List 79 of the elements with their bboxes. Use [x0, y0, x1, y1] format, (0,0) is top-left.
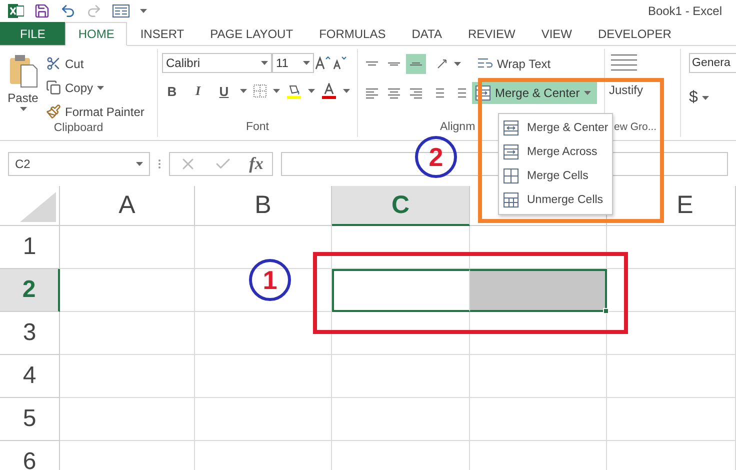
row-header[interactable]: 4 [0, 355, 60, 398]
caret-icon [454, 62, 461, 66]
cell[interactable] [332, 269, 470, 312]
column-header[interactable]: E [607, 186, 736, 226]
group-label: ew Gro... [614, 121, 657, 135]
copy-icon [46, 80, 61, 95]
scissors-icon [46, 56, 61, 71]
bottom-align-icon [409, 62, 423, 66]
group-label: Clipboard [54, 122, 104, 136]
caret-icon [136, 162, 143, 166]
font-name-field[interactable]: Calibri [162, 53, 272, 73]
wrap-text-button[interactable]: Wrap Text [477, 53, 551, 74]
clipboard-icon [8, 53, 38, 89]
caret-icon [308, 89, 315, 93]
cut-button[interactable]: Cut [46, 53, 144, 74]
menu-item[interactable]: Merge Across [499, 140, 612, 164]
top-align-icon [365, 61, 379, 66]
fill-handle[interactable] [603, 308, 609, 314]
ribbon-tab[interactable]: HOME [65, 22, 128, 46]
middle-align-icon [387, 62, 401, 66]
align-left-icon [365, 88, 379, 98]
caret-icon [702, 96, 709, 100]
merge-icon [503, 144, 519, 160]
undo-icon[interactable] [60, 3, 76, 19]
fill-color-icon[interactable] [286, 83, 302, 99]
paintbrush-icon [46, 104, 61, 119]
form-icon[interactable] [112, 4, 130, 18]
align-right-icon [409, 88, 423, 98]
number-format-field[interactable]: Genera [689, 53, 736, 73]
row-header[interactable]: 1 [0, 226, 60, 269]
font-size-field[interactable]: 11 [272, 53, 314, 73]
step-marker: 1 [249, 259, 291, 301]
window-title: Book1 - Excel [648, 4, 722, 18]
cell[interactable] [470, 269, 607, 312]
italic-button[interactable]: I [188, 83, 208, 99]
caret-icon [343, 89, 350, 93]
caret-icon [273, 89, 280, 93]
caret-icon [261, 61, 268, 65]
justify-button[interactable]: Justify [609, 79, 644, 100]
format-painter-button[interactable]: Format Painter [46, 101, 144, 122]
column-header[interactable]: A [60, 186, 195, 226]
step-marker: 2 [415, 136, 457, 178]
caret-icon [140, 9, 147, 13]
file-tab[interactable]: FILE [0, 22, 66, 45]
group-label: Font [246, 121, 269, 135]
font-color-icon[interactable] [321, 83, 337, 99]
align-center-icon [387, 88, 401, 98]
menu-item[interactable]: Merge & Center [499, 116, 612, 140]
copy-button[interactable]: Copy [46, 77, 144, 98]
row-header[interactable]: 2 [0, 269, 60, 312]
save-icon[interactable] [34, 3, 50, 19]
menu-item[interactable]: Merge Cells [499, 164, 612, 188]
merge-icon [503, 192, 519, 208]
column-header[interactable]: C [332, 186, 470, 226]
underline-button[interactable]: U [214, 84, 234, 98]
merge-icon [503, 168, 519, 184]
caret-icon [303, 61, 310, 65]
group-label: Alignm [440, 121, 476, 135]
name-box[interactable]: C2 [8, 152, 150, 176]
bold-button[interactable]: B [162, 84, 182, 98]
merge-center-button[interactable]: Merge & Center [472, 82, 597, 104]
caret-icon [240, 89, 247, 93]
caret-icon [20, 107, 26, 111]
caret-icon [97, 86, 104, 90]
row-header[interactable]: 3 [0, 312, 60, 355]
currency-button[interactable]: $ [689, 87, 736, 108]
wrap-text-icon [477, 56, 493, 70]
borders-icon[interactable] [253, 84, 267, 98]
merge-icon [503, 120, 519, 136]
paste-button[interactable]: Paste [4, 53, 42, 122]
grip-icon [158, 158, 161, 168]
shrink-font-icon[interactable] [332, 55, 348, 71]
bottom-align-button[interactable] [406, 54, 426, 74]
row-header[interactable]: 5 [0, 398, 60, 441]
caret-icon [584, 91, 591, 95]
column-header[interactable]: B [195, 186, 332, 226]
insert-function-button[interactable]: fx [249, 154, 264, 174]
excel-logo-icon[interactable] [8, 3, 24, 19]
grow-font-icon[interactable] [314, 55, 332, 71]
